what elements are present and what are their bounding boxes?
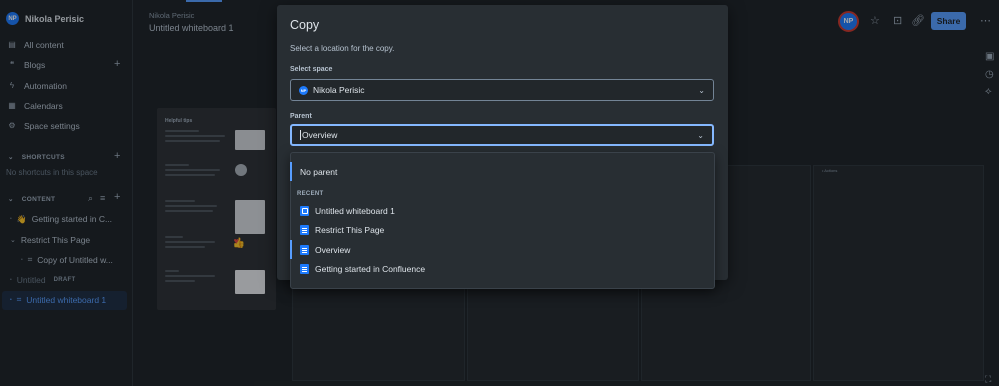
page-icon bbox=[300, 263, 309, 274]
option-untitled-whiteboard[interactable]: Untitled whiteboard 1 bbox=[290, 201, 714, 220]
option-overview[interactable]: Overview bbox=[290, 240, 714, 259]
modal-description: Select a location for the copy. bbox=[290, 44, 395, 53]
parent-select-value: Overview bbox=[302, 130, 338, 140]
option-restrict-page[interactable]: Restrict This Page bbox=[290, 220, 714, 239]
recent-group-label: RECENT bbox=[297, 191, 324, 197]
space-select[interactable]: NP Nikola Perisic ⌄ bbox=[290, 79, 714, 101]
option-label: Untitled whiteboard 1 bbox=[315, 205, 395, 216]
option-label: Getting started in Confluence bbox=[315, 263, 426, 274]
option-label: Restrict This Page bbox=[315, 224, 385, 235]
option-no-parent[interactable]: No parent bbox=[290, 162, 714, 181]
chevron-down-icon: ⌄ bbox=[697, 130, 704, 140]
parent-select[interactable]: Overview ⌄ bbox=[290, 124, 714, 146]
page-icon bbox=[300, 224, 309, 235]
option-getting-started[interactable]: Getting started in Confluence bbox=[290, 259, 714, 278]
option-label: Overview bbox=[315, 244, 351, 255]
text-cursor bbox=[300, 130, 301, 140]
space-avatar: NP bbox=[299, 85, 308, 95]
page-icon bbox=[300, 244, 309, 255]
option-label: No parent bbox=[300, 166, 338, 177]
space-field-label: Select space bbox=[290, 66, 333, 73]
parent-field-label: Parent bbox=[290, 113, 312, 120]
whiteboard-icon bbox=[300, 205, 309, 216]
modal-title: Copy bbox=[290, 18, 320, 32]
space-select-value: Nikola Perisic bbox=[313, 85, 365, 95]
chevron-down-icon: ⌄ bbox=[698, 85, 705, 95]
